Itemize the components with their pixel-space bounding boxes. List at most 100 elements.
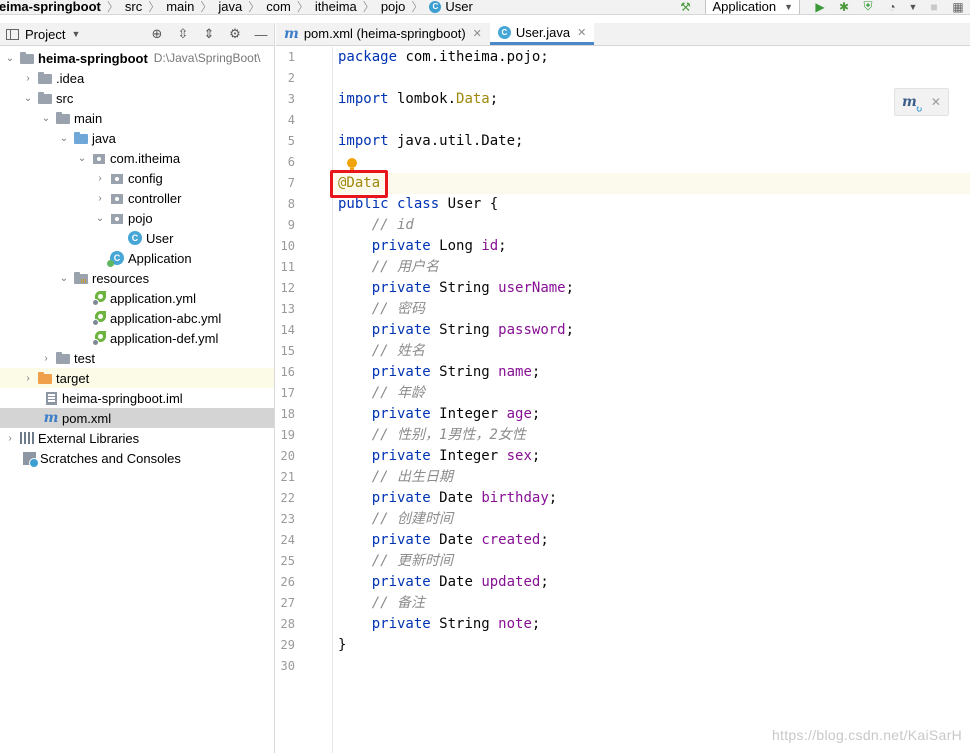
code-line[interactable] bbox=[333, 68, 970, 89]
code-line[interactable]: // 年龄 bbox=[333, 383, 970, 404]
tree-item-application[interactable]: C Application bbox=[0, 248, 274, 268]
tree-item-scratches[interactable]: Scratches and Consoles bbox=[0, 448, 274, 468]
chevron-right-icon[interactable]: › bbox=[22, 373, 34, 384]
code-line[interactable]: // id bbox=[333, 215, 970, 236]
line-number: 6 bbox=[287, 155, 295, 169]
run-configuration-select[interactable]: Application ▼ bbox=[705, 0, 800, 14]
gear-icon[interactable]: ⚙ bbox=[226, 25, 244, 43]
code-lines[interactable]: package com.itheima.pojo; import lombok.… bbox=[333, 47, 970, 677]
close-icon[interactable]: ✕ bbox=[577, 26, 586, 39]
breadcrumb-item-java[interactable]: java bbox=[215, 0, 245, 14]
breadcrumb-item-pojo[interactable]: pojo bbox=[378, 0, 409, 14]
tree-item-external-libraries[interactable]: › External Libraries bbox=[0, 428, 274, 448]
breadcrumb-item-com[interactable]: com bbox=[263, 0, 294, 14]
code-line[interactable]: // 性别，1男性，2女性 bbox=[333, 425, 970, 446]
code-line[interactable]: private String userName; bbox=[333, 278, 970, 299]
code-line[interactable]: private Long id; bbox=[333, 236, 970, 257]
code-line[interactable] bbox=[333, 656, 970, 677]
chevron-down-icon[interactable]: ⌄ bbox=[76, 153, 88, 164]
code-line[interactable]: // 创建时间 bbox=[333, 509, 970, 530]
code-line[interactable]: private Date updated; bbox=[333, 572, 970, 593]
code-line[interactable]: // 密码 bbox=[333, 299, 970, 320]
chevron-right-icon[interactable]: › bbox=[22, 73, 34, 84]
hammer-icon[interactable]: ⚒ bbox=[677, 0, 693, 14]
code-line[interactable]: private String name; bbox=[333, 362, 970, 383]
chevron-right-icon[interactable]: › bbox=[4, 433, 16, 444]
chevron-right-icon[interactable]: › bbox=[40, 353, 52, 364]
intention-bulb-icon[interactable] bbox=[346, 158, 358, 172]
project-view-selector[interactable]: Project ▼ bbox=[0, 27, 80, 42]
breadcrumb-item-project[interactable]: eima-springboot bbox=[0, 0, 104, 14]
code-line[interactable]: } bbox=[333, 635, 970, 656]
tree-item-target[interactable]: › target bbox=[0, 368, 274, 388]
code-line-annotation[interactable]: @Data bbox=[333, 173, 970, 194]
code-line[interactable]: // 备注 bbox=[333, 593, 970, 614]
tree-item-test[interactable]: › test bbox=[0, 348, 274, 368]
debug-icon[interactable]: ✱ bbox=[836, 0, 852, 14]
run-icon[interactable]: ▶ bbox=[812, 0, 828, 14]
breadcrumb-item-src[interactable]: src bbox=[122, 0, 145, 14]
tree-item-resources[interactable]: ⌄ resources bbox=[0, 268, 274, 288]
grid-icon[interactable]: ▦ bbox=[950, 0, 966, 14]
tree-item-application-abc-yml[interactable]: application-abc.yml bbox=[0, 308, 274, 328]
chevron-down-icon[interactable]: ⌄ bbox=[94, 213, 106, 224]
code-line[interactable]: public class User { bbox=[333, 194, 970, 215]
tree-item-application-def-yml[interactable]: application-def.yml bbox=[0, 328, 274, 348]
tree-item-controller[interactable]: › controller bbox=[0, 188, 274, 208]
code-line[interactable]: private String password; bbox=[333, 320, 970, 341]
stop-icon[interactable]: ■ bbox=[926, 0, 942, 14]
tree-item-src[interactable]: ⌄ src bbox=[0, 88, 274, 108]
chevron-down-icon[interactable]: ⌄ bbox=[40, 113, 52, 124]
code-line[interactable]: private Date birthday; bbox=[333, 488, 970, 509]
chevron-down-icon[interactable]: ▼ bbox=[905, 0, 921, 14]
close-icon[interactable]: ✕ bbox=[931, 95, 941, 109]
code-line[interactable]: // 姓名 bbox=[333, 341, 970, 362]
coverage-icon[interactable]: ⛨ bbox=[860, 0, 876, 14]
tree-item-application-yml[interactable]: application.yml bbox=[0, 288, 274, 308]
code-line[interactable]: package com.itheima.pojo; bbox=[333, 47, 970, 68]
profile-icon[interactable]: ◔ bbox=[884, 0, 900, 14]
chevron-right-icon: 〉 bbox=[200, 0, 213, 14]
expand-all-icon[interactable]: ⇳ bbox=[174, 25, 192, 43]
code-token: ; bbox=[565, 322, 575, 338]
tree-item-pojo[interactable]: ⌄ pojo bbox=[0, 208, 274, 228]
tree-item-config[interactable]: › config bbox=[0, 168, 274, 188]
code-area[interactable]: 1 2 3 4 5 6 7 8 9 10 11 12 13 14 15 16 1… bbox=[276, 47, 970, 753]
tree-item-user[interactable]: C User bbox=[0, 228, 274, 248]
chevron-right-icon[interactable]: › bbox=[94, 173, 106, 184]
code-line[interactable]: // 用户名 bbox=[333, 257, 970, 278]
chevron-down-icon[interactable]: ⌄ bbox=[4, 53, 16, 64]
breadcrumb-item-itheima[interactable]: itheima bbox=[312, 0, 360, 14]
close-icon[interactable]: ✕ bbox=[473, 27, 482, 40]
spring-config-icon bbox=[91, 331, 107, 346]
code-line[interactable] bbox=[333, 152, 970, 173]
chevron-down-icon[interactable]: ⌄ bbox=[22, 93, 34, 104]
code-line[interactable]: // 更新时间 bbox=[333, 551, 970, 572]
tree-item-idea[interactable]: › .idea bbox=[0, 68, 274, 88]
code-line[interactable] bbox=[333, 110, 970, 131]
code-line[interactable]: private String note; bbox=[333, 614, 970, 635]
tree-item-iml[interactable]: heima-springboot.iml bbox=[0, 388, 274, 408]
code-line[interactable]: private Integer sex; bbox=[333, 446, 970, 467]
tab-user-java[interactable]: C User.java ✕ bbox=[489, 22, 595, 45]
code-line[interactable]: private Date created; bbox=[333, 530, 970, 551]
locate-icon[interactable]: ⊕ bbox=[148, 25, 166, 43]
collapse-all-icon[interactable]: ⇕ bbox=[200, 25, 218, 43]
tree-item-main[interactable]: ⌄ main bbox=[0, 108, 274, 128]
breadcrumb-item-user[interactable]: C User bbox=[426, 0, 475, 14]
tab-pom-xml[interactable]: m pom.xml (heima-springboot) ✕ bbox=[276, 22, 490, 45]
tree-item-heima-springboot[interactable]: ⌄ heima-springboot D:\Java\SpringBoot\ bbox=[0, 48, 274, 68]
code-line[interactable]: private Integer age; bbox=[333, 404, 970, 425]
breadcrumb-item-main[interactable]: main bbox=[163, 0, 197, 14]
tree-item-com-itheima[interactable]: ⌄ com.itheima bbox=[0, 148, 274, 168]
code-line[interactable]: import java.util.Date; bbox=[333, 131, 970, 152]
chevron-down-icon[interactable]: ⌄ bbox=[58, 273, 70, 284]
code-line[interactable]: import lombok.Data; bbox=[333, 89, 970, 110]
chevron-right-icon[interactable]: › bbox=[94, 193, 106, 204]
hide-icon[interactable]: — bbox=[252, 25, 270, 43]
code-line[interactable]: // 出生日期 bbox=[333, 467, 970, 488]
tree-item-java[interactable]: ⌄ java bbox=[0, 128, 274, 148]
maven-reload-icon[interactable]: m bbox=[902, 94, 923, 115]
tree-item-pom-xml[interactable]: m pom.xml bbox=[0, 408, 274, 428]
chevron-down-icon[interactable]: ⌄ bbox=[58, 133, 70, 144]
